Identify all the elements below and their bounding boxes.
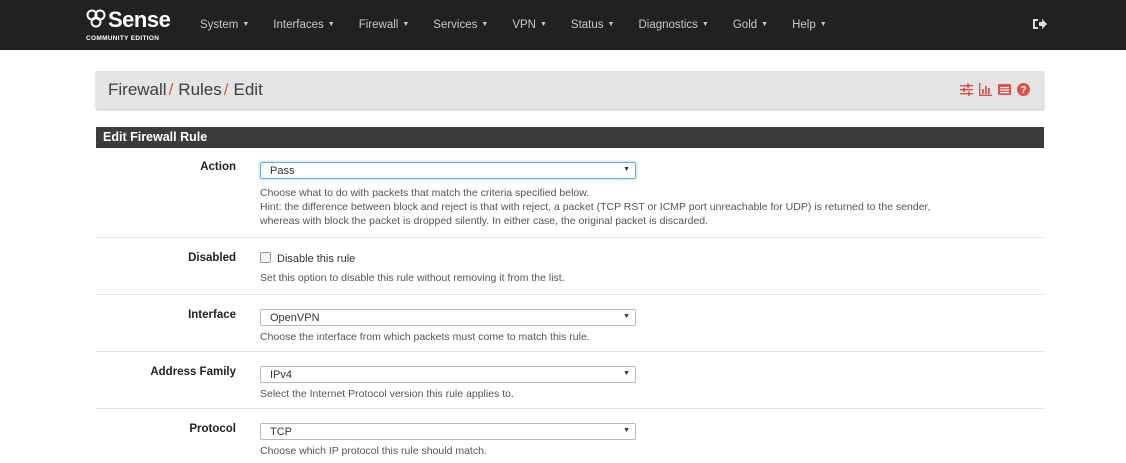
- nav-status[interactable]: Status ▼: [571, 19, 615, 31]
- nav-help[interactable]: Help ▼: [792, 19, 827, 31]
- brand-edition: COMMUNITY EDITION: [86, 35, 160, 42]
- nav-diagnostics[interactable]: Diagnostics ▼: [638, 19, 708, 31]
- edit-rule-panel: Edit Firewall Rule Action Pass ▼ Choose …: [96, 127, 1044, 463]
- protocol-help: Choose which IP protocol this rule shoul…: [260, 445, 487, 457]
- protocol-row: Protocol TCP ▼ Choose which IP protocol …: [96, 409, 1044, 463]
- action-row: Action Pass ▼ Choose what to do with pac…: [96, 148, 1044, 238]
- breadcrumb-rules[interactable]: Rules: [178, 80, 221, 99]
- breadcrumb-separator: /: [168, 80, 174, 99]
- nav-firewall[interactable]: Firewall ▼: [359, 19, 410, 31]
- page-header: Firewall / Rules / Edit ?: [96, 71, 1044, 109]
- caret-down-icon: ▼: [607, 21, 615, 29]
- disabled-control: Disable this rule Set this option to dis…: [260, 251, 565, 285]
- main-menu: System ▼ Interfaces ▼ Firewall ▼ Services ▼ …: [200, 0, 851, 50]
- help-circle-icon[interactable]: ?: [1017, 83, 1030, 96]
- caret-down-icon: ▼: [242, 21, 250, 29]
- breadcrumb: Firewall / Rules / Edit: [108, 80, 263, 100]
- brand-logo[interactable]: Sense COMMUNITY EDITION: [86, 8, 186, 44]
- caret-down-icon: ▼: [402, 21, 410, 29]
- interface-control: OpenVPN ▼ Choose the interface from whic…: [260, 309, 636, 344]
- action-label: Action: [200, 161, 236, 173]
- sliders-icon[interactable]: [960, 83, 973, 96]
- address-family-control: IPv4 ▼ Select the Internet Protocol vers…: [260, 366, 636, 401]
- interface-help: Choose the interface from which packets …: [260, 331, 590, 343]
- nav-vpn[interactable]: VPN ▼: [512, 19, 547, 31]
- logo-knot-icon: [86, 9, 106, 28]
- nav-services[interactable]: Services ▼: [433, 19, 488, 31]
- disabled-help: Set this option to disable this rule wit…: [260, 272, 565, 284]
- disable-rule-checkbox[interactable]: [260, 252, 271, 263]
- list-icon[interactable]: [998, 83, 1011, 96]
- address-family-help: Select the Internet Protocol version thi…: [260, 388, 514, 400]
- address-family-row: Address Family IPv4 ▼ Select the Interne…: [96, 352, 1044, 409]
- panel-title: Edit Firewall Rule: [96, 127, 1044, 148]
- header-icons: ?: [960, 83, 1030, 96]
- dropdown-arrow-icon: ▼: [623, 370, 630, 377]
- caret-down-icon: ▼: [539, 21, 547, 29]
- interface-row: Interface OpenVPN ▼ Choose the interface…: [96, 295, 1044, 352]
- nav-interfaces[interactable]: Interfaces ▼: [273, 19, 334, 31]
- dropdown-arrow-icon: ▼: [623, 166, 630, 173]
- protocol-select[interactable]: TCP ▼: [260, 423, 636, 440]
- action-help: Choose what to do with packets that matc…: [260, 187, 931, 227]
- interface-label: Interface: [188, 309, 236, 321]
- caret-down-icon: ▼: [481, 21, 489, 29]
- action-select[interactable]: Pass ▼: [260, 162, 636, 179]
- top-navbar: Sense COMMUNITY EDITION System ▼ Interfac…: [0, 0, 1126, 50]
- caret-down-icon: ▼: [327, 21, 335, 29]
- caret-down-icon: ▼: [761, 21, 769, 29]
- interface-select[interactable]: OpenVPN ▼: [260, 309, 636, 326]
- breadcrumb-edit: Edit: [233, 80, 263, 99]
- breadcrumb-separator: /: [223, 80, 229, 99]
- breadcrumb-firewall[interactable]: Firewall: [108, 80, 167, 99]
- svg-text:?: ?: [1020, 85, 1026, 96]
- brand-wordmark: Sense: [108, 7, 171, 32]
- disable-rule-checkbox-label[interactable]: Disable this rule: [277, 253, 355, 265]
- protocol-label: Protocol: [189, 423, 236, 435]
- dropdown-arrow-icon: ▼: [623, 313, 630, 320]
- nav-system[interactable]: System ▼: [200, 19, 249, 31]
- logout-icon[interactable]: [1032, 17, 1048, 31]
- nav-gold[interactable]: Gold ▼: [733, 19, 768, 31]
- address-family-label: Address Family: [150, 366, 236, 378]
- disabled-label: Disabled: [188, 252, 236, 264]
- action-control: Pass ▼ Choose what to do with packets th…: [260, 162, 930, 228]
- address-family-select[interactable]: IPv4 ▼: [260, 366, 636, 383]
- caret-down-icon: ▼: [701, 21, 709, 29]
- caret-down-icon: ▼: [819, 21, 827, 29]
- dropdown-arrow-icon: ▼: [623, 427, 630, 434]
- bar-chart-icon[interactable]: [979, 83, 992, 96]
- protocol-control: TCP ▼ Choose which IP protocol this rule…: [260, 423, 636, 458]
- disabled-row: Disabled Disable this rule Set this opti…: [96, 238, 1044, 295]
